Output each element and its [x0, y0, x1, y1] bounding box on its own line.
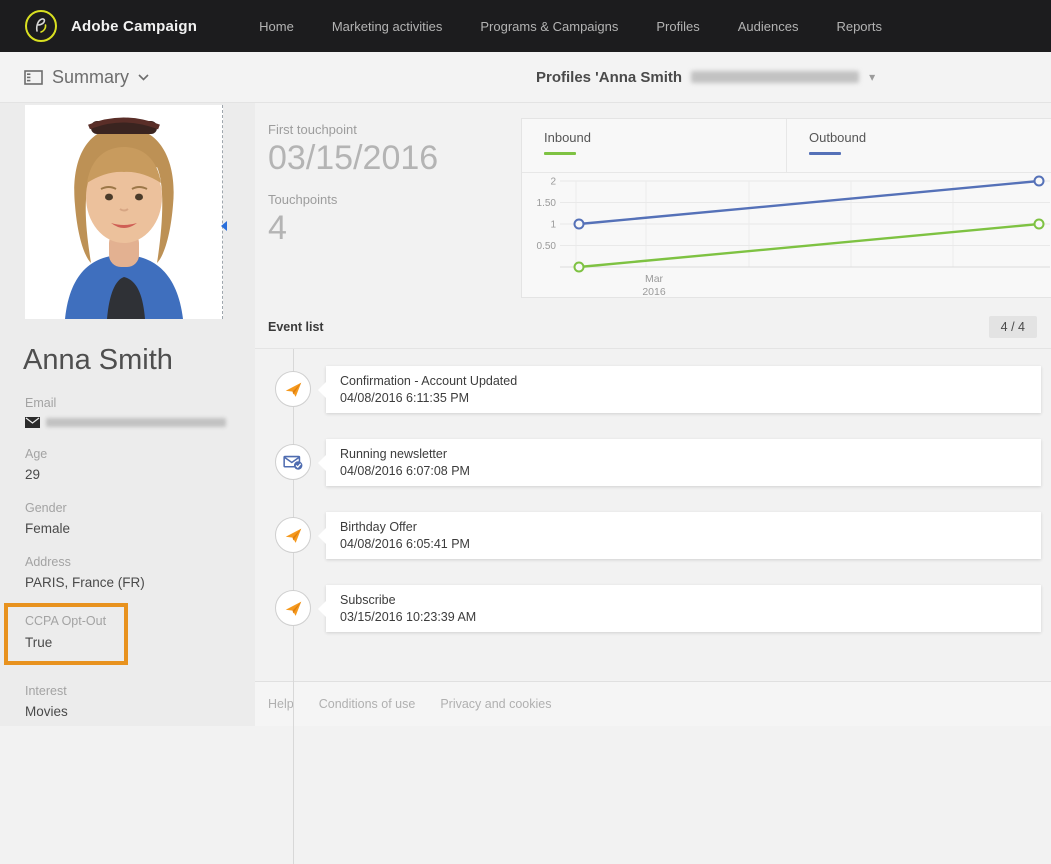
legend-tab-inbound[interactable]: Inbound — [522, 119, 786, 172]
legend-tab-outbound[interactable]: Outbound — [786, 119, 1051, 172]
touchpoints-value: 4 — [268, 209, 287, 247]
event-card[interactable]: Confirmation - Account Updated 04/08/201… — [318, 366, 1041, 413]
field-address-label: Address — [25, 555, 71, 569]
profile-photo-image — [25, 105, 222, 319]
event-card[interactable]: Running newsletter 04/08/2016 6:07:08 PM — [318, 439, 1041, 486]
event-title: Birthday Offer — [340, 520, 417, 534]
field-interest: Interest Movies — [25, 684, 255, 719]
nav-item-marketing-activities[interactable]: Marketing activities — [332, 19, 443, 34]
event-row: Confirmation - Account Updated 04/08/201… — [275, 366, 1051, 413]
svg-text:2: 2 — [550, 177, 556, 188]
event-datetime: 04/08/2016 6:05:41 PM — [340, 537, 470, 551]
field-interest-value: Movies — [25, 704, 68, 719]
profile-sidebar: Anna Smith Email Age 29 Gender Female Ad… — [0, 103, 255, 726]
brand-title: Adobe Campaign — [71, 17, 198, 35]
touchpoint-line-chart: 0.50 1 1.50 2 Mar2016 — [537, 175, 1050, 298]
svg-text:1.50: 1.50 — [537, 198, 557, 209]
legend-inbound-swatch — [544, 152, 576, 155]
event-count-badge: 4 / 4 — [988, 316, 1037, 338]
event-title: Running newsletter — [340, 447, 448, 461]
event-3-circle — [275, 517, 311, 553]
nav-item-programs-campaigns[interactable]: Programs & Campaigns — [480, 19, 618, 34]
event-card[interactable]: Birthday Offer 04/08/2016 6:05:41 PM — [318, 512, 1041, 559]
event-4-circle — [275, 590, 311, 626]
field-age: Age 29 — [25, 447, 255, 482]
touchpoint-stats: First touchpoint 03/15/2016 Touchpoints … — [255, 103, 521, 298]
first-touchpoint-label: First touchpoint — [268, 122, 357, 137]
event-datetime: 04/08/2016 6:07:08 PM — [340, 464, 470, 478]
view-switcher-label: Summary — [52, 66, 130, 87]
footer-link-help[interactable]: Help — [268, 697, 294, 711]
redacted-email-value — [46, 418, 226, 427]
event-title: Subscribe — [340, 593, 396, 607]
field-age-label: Age — [25, 447, 48, 461]
summary-top-section: First touchpoint 03/15/2016 Touchpoints … — [255, 103, 1051, 298]
svg-text:0.50: 0.50 — [537, 241, 557, 252]
paper-plane-icon — [285, 528, 301, 543]
content-area: Anna Smith Email Age 29 Gender Female Ad… — [0, 103, 1051, 864]
event-row: Subscribe 03/15/2016 10:23:39 AM — [275, 585, 1051, 632]
event-timeline: Confirmation - Account Updated 04/08/201… — [255, 349, 1051, 864]
primary-nav: Home Marketing activities Programs & Cam… — [259, 19, 882, 34]
svg-text:1: 1 — [550, 220, 556, 231]
event-1-circle — [275, 371, 311, 407]
field-address-value: PARIS, France (FR) — [25, 575, 145, 590]
field-gender-label: Gender — [25, 501, 67, 515]
field-ccpa-value: True — [25, 635, 53, 650]
context-dropdown-caret[interactable]: ▾ — [869, 70, 875, 84]
event-datetime: 04/08/2016 6:11:35 PM — [340, 391, 470, 405]
recurring-email-icon — [282, 455, 302, 470]
event-2-circle — [275, 444, 311, 480]
event-title: Confirmation - Account Updated — [340, 374, 518, 388]
ccpa-optout-highlight-box: CCPA Opt-Out True — [4, 603, 129, 665]
event-row: Running newsletter 04/08/2016 6:07:08 PM — [275, 439, 1051, 486]
main-panel: First touchpoint 03/15/2016 Touchpoints … — [255, 103, 1051, 864]
field-gender-value: Female — [25, 521, 71, 536]
event-row: Birthday Offer 04/08/2016 6:05:41 PM — [275, 512, 1051, 559]
adobe-campaign-logo[interactable] — [25, 10, 57, 42]
legend-outbound-swatch — [809, 152, 841, 155]
field-ccpa-label: CCPA Opt-Out — [25, 614, 107, 628]
breadcrumb: Profiles 'Anna Smith ▾ — [536, 69, 875, 86]
touchpoint-chart-card: Inbound Outbound 0.50 1 1.50 2 Mar 2016 — [521, 118, 1051, 298]
field-address: Address PARIS, France (FR) — [25, 555, 255, 590]
envelope-icon — [25, 417, 40, 428]
chart-legend: Inbound Outbound — [522, 119, 1051, 173]
event-list-title: Event list — [268, 320, 324, 334]
sub-toolbar: Summary Profiles 'Anna Smith ▾ — [0, 52, 1051, 103]
photo-resize-handle[interactable] — [221, 221, 227, 231]
field-age-value: 29 — [25, 467, 41, 482]
logo-glyph-icon — [35, 18, 47, 33]
paper-plane-icon — [285, 601, 301, 616]
context-profile-label: Profiles 'Anna Smith — [536, 68, 683, 86]
redacted-context-text — [691, 71, 860, 83]
footer: Help Conditions of use Privacy and cooki… — [255, 681, 1051, 726]
footer-link-conditions[interactable]: Conditions of use — [319, 697, 416, 711]
nav-item-audiences[interactable]: Audiences — [738, 19, 799, 34]
layout-panel-icon — [24, 69, 43, 85]
svg-text:Mar: Mar — [645, 273, 664, 285]
chevron-down-icon — [138, 73, 149, 81]
field-gender: Gender Female — [25, 501, 255, 536]
event-datetime: 03/15/2016 10:23:39 AM — [340, 610, 477, 624]
view-switcher-dropdown[interactable]: Summary — [24, 67, 149, 88]
first-touchpoint-value: 03/15/2016 — [268, 139, 439, 177]
paper-plane-icon — [285, 382, 301, 397]
profile-photo — [25, 105, 227, 319]
event-list-header: Event list 4 / 4 — [255, 316, 1051, 349]
nav-item-home[interactable]: Home — [259, 19, 294, 34]
touchpoints-label: Touchpoints — [268, 192, 338, 207]
nav-item-profiles[interactable]: Profiles — [656, 19, 699, 34]
svg-text:2016: 2016 — [642, 286, 666, 298]
event-card[interactable]: Subscribe 03/15/2016 10:23:39 AM — [318, 585, 1041, 632]
field-email-label: Email — [25, 396, 57, 410]
nav-item-reports[interactable]: Reports — [836, 19, 882, 34]
profile-name: Anna Smith — [23, 344, 173, 376]
field-interest-label: Interest — [25, 684, 67, 698]
footer-link-privacy[interactable]: Privacy and cookies — [440, 697, 551, 711]
field-email: Email — [25, 396, 255, 428]
legend-outbound-label: Outbound — [809, 130, 867, 145]
legend-inbound-label: Inbound — [544, 130, 591, 145]
top-nav: Adobe Campaign Home Marketing activities… — [0, 0, 1051, 52]
